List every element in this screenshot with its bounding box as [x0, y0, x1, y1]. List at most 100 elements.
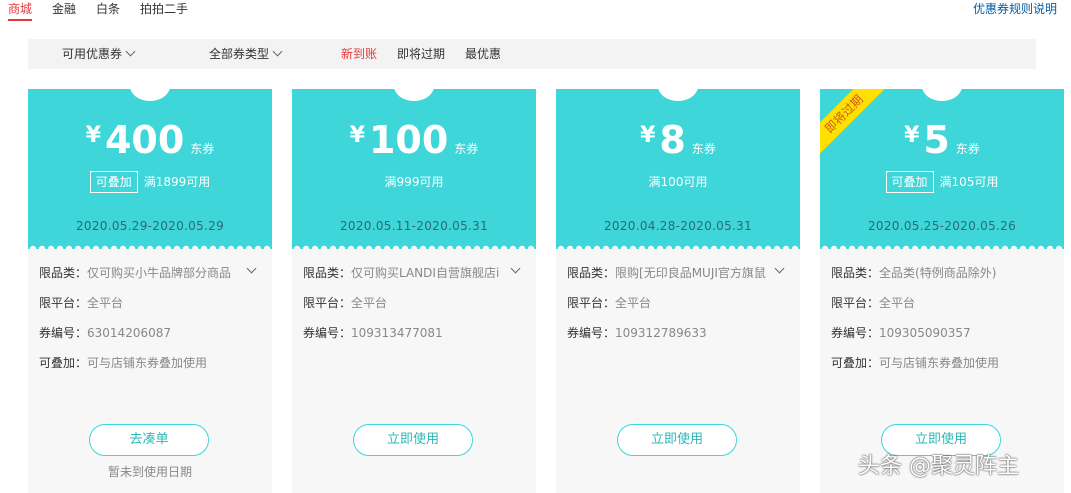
detail-label: 券编号： [567, 326, 616, 340]
scalloped-edge [820, 244, 1064, 249]
detail-stackable: 可叠加：可与店铺东券叠加使用 [831, 351, 1059, 381]
currency-symbol: ¥ [904, 123, 920, 148]
tab-mall[interactable]: 商城 [8, 1, 33, 21]
coupon-details: 限品类：限购[无印良品MUJI官方旗鼠 限平台：全平台 券编号：10931278… [567, 261, 795, 351]
detail-category: 限品类：仅可购买LANDI自营旗舰店i [303, 261, 531, 291]
coupon-condition: 可叠加 满105可用 [820, 171, 1064, 193]
coupon-amount: ¥5 东券 [820, 117, 1064, 163]
detail-platform: 限平台：全平台 [831, 291, 1059, 321]
coupon-card: ¥8 东券 满100可用 2020.04.28-2020.05.31 限品类：限购… [556, 89, 800, 493]
coupon-card: ¥400 东券 可叠加 满1899可用 2020.05.29-2020.05.29 … [28, 89, 272, 493]
coupon-amount: ¥8 东券 [556, 117, 800, 163]
coupon-header: 即将过期 ¥5 东券 可叠加 满105可用 2020.05.25-2020.05.2… [820, 89, 1064, 249]
detail-value: 全品类(特例商品除外) [879, 266, 997, 280]
chevron-down-icon [125, 46, 136, 57]
chevron-down-icon[interactable] [510, 263, 521, 274]
coupon-unit: 东券 [691, 142, 716, 156]
coupon-details: 限品类：仅可购买小牛品牌部分商品 限平台：全平台 券编号：63014206087… [39, 261, 267, 381]
detail-value: 仅可购买小牛品牌部分商品 [87, 266, 232, 280]
detail-platform: 限平台：全平台 [39, 291, 267, 321]
detail-value: 可与店铺东券叠加使用 [87, 356, 208, 370]
go-shop-button[interactable]: 去凑单 [89, 424, 209, 456]
coupon-card: ¥100 东券 满999可用 2020.05.11-2020.05.31 限品类：… [292, 89, 536, 493]
detail-label: 券编号： [831, 326, 880, 340]
coupon-notch [922, 89, 962, 101]
coupon-condition: 满100可用 [556, 171, 800, 193]
detail-stackable: 可叠加：可与店铺东券叠加使用 [39, 351, 267, 381]
coupon-unit: 东券 [955, 142, 980, 156]
detail-code: 券编号：109312789633 [567, 321, 795, 351]
coupon-rules-link[interactable]: 优惠券规则说明 [973, 1, 1057, 17]
use-now-button[interactable]: 立即使用 [353, 424, 473, 456]
detail-category: 限品类：全品类(特例商品除外) [831, 261, 1059, 291]
detail-category: 限品类：限购[无印良品MUJI官方旗鼠 [567, 261, 795, 291]
coupon-unit: 东券 [454, 142, 479, 156]
filter-available-label: 可用优惠券 [62, 47, 123, 61]
coupon-header: ¥400 东券 可叠加 满1899可用 2020.05.29-2020.05.29 [28, 89, 272, 249]
detail-platform: 限平台：全平台 [567, 291, 795, 321]
detail-value: 全平台 [879, 296, 916, 310]
filter-bar: 可用优惠券 全部券类型 新到账 即将过期 最优惠 [28, 39, 1036, 69]
sort-new-arrivals[interactable]: 新到账 [341, 39, 377, 69]
use-now-button[interactable]: 立即使用 [617, 424, 737, 456]
detail-label: 券编号： [39, 326, 88, 340]
tab-baitiao[interactable]: 白条 [96, 1, 120, 19]
detail-label: 限品类： [303, 266, 352, 280]
detail-label: 限品类： [567, 266, 616, 280]
scalloped-edge [292, 244, 536, 249]
detail-platform: 限平台：全平台 [303, 291, 531, 321]
coupon-condition: 满999可用 [292, 171, 536, 193]
filter-available-dropdown[interactable]: 可用优惠券 [62, 39, 136, 69]
tab-finance[interactable]: 金融 [52, 1, 76, 19]
currency-symbol: ¥ [349, 123, 365, 148]
detail-code: 券编号：63014206087 [39, 321, 267, 351]
coupon-value: 5 [923, 118, 950, 162]
filter-type-label: 全部券类型 [209, 47, 270, 61]
validity-dates: 2020.05.11-2020.05.31 [339, 219, 489, 233]
detail-value: 109312789633 [615, 326, 707, 340]
coupon-amount: ¥400 东券 [28, 117, 272, 163]
detail-label: 限平台： [303, 296, 352, 310]
coupon-notch [130, 89, 170, 101]
coupon-value: 8 [659, 118, 686, 162]
chevron-down-icon [272, 46, 283, 57]
detail-value: 可与店铺东券叠加使用 [879, 356, 1000, 370]
detail-code: 券编号：109305090357 [831, 321, 1059, 351]
detail-label: 券编号： [303, 326, 352, 340]
chevron-down-icon[interactable] [774, 263, 785, 274]
validity-dates: 2020.05.29-2020.05.29 [75, 219, 225, 233]
coupon-header: ¥100 东券 满999可用 2020.05.11-2020.05.31 [292, 89, 536, 249]
validity-dates: 2020.05.25-2020.05.26 [867, 219, 1017, 233]
coupon-header: ¥8 东券 满100可用 2020.04.28-2020.05.31 [556, 89, 800, 249]
detail-value: 109313477081 [351, 326, 443, 340]
scalloped-edge [28, 244, 272, 249]
detail-label: 限平台： [39, 296, 88, 310]
coupon-value: 400 [104, 118, 185, 162]
sort-best-deal[interactable]: 最优惠 [465, 39, 501, 69]
coupon-details: 限品类：全品类(特例商品除外) 限平台：全平台 券编号：109305090357… [831, 261, 1059, 381]
detail-value: 63014206087 [87, 326, 171, 340]
detail-value: 109305090357 [879, 326, 971, 340]
coupon-details: 限品类：仅可购买LANDI自营旗舰店i 限平台：全平台 券编号：10931347… [303, 261, 531, 351]
detail-label: 限平台： [567, 296, 616, 310]
sort-expiring[interactable]: 即将过期 [397, 39, 445, 69]
detail-value: 全平台 [351, 296, 388, 310]
coupon-amount: ¥100 东券 [292, 117, 536, 163]
watermark-text: 头条 @聚灵阵主 [858, 454, 1019, 479]
scalloped-edge [556, 244, 800, 249]
coupon-notch [394, 89, 434, 101]
min-spend-text: 满100可用 [648, 175, 708, 189]
not-yet-valid-note: 暂未到使用日期 [107, 465, 192, 479]
filter-type-dropdown[interactable]: 全部券类型 [209, 39, 283, 69]
detail-category: 限品类：仅可购买小牛品牌部分商品 [39, 261, 267, 291]
coupon-notch [658, 89, 698, 101]
chevron-down-icon[interactable] [246, 263, 257, 274]
coupon-unit: 东券 [190, 142, 215, 156]
top-nav: 商城 金融 白条 拍拍二手 优惠券规则说明 [0, 0, 1071, 22]
detail-value: 仅可购买LANDI自营旗舰店i [351, 266, 500, 280]
coupon-value: 100 [368, 118, 449, 162]
tab-paipai[interactable]: 拍拍二手 [140, 1, 188, 19]
stackable-badge: 可叠加 [89, 171, 138, 193]
detail-value: 全平台 [615, 296, 652, 310]
min-spend-text: 满105可用 [939, 175, 999, 189]
